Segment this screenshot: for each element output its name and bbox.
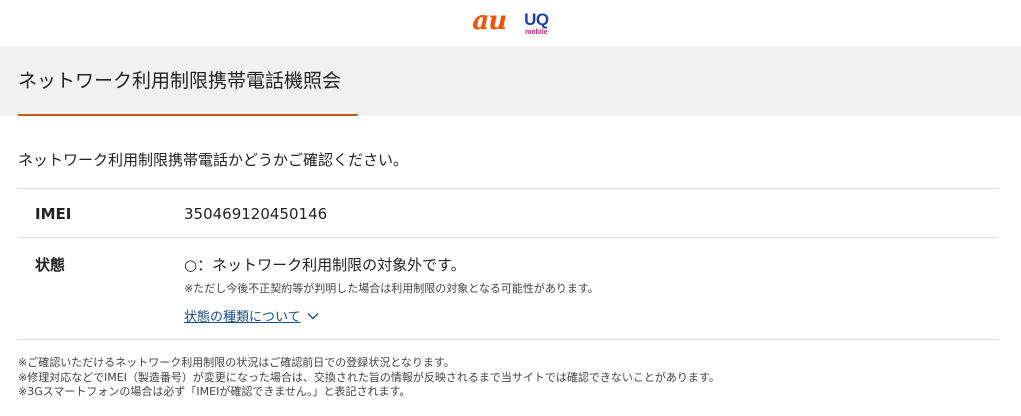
status-note: ※ただし今後不正契約等が判明した場合は利用制限の対象となる可能性があります。 [184,282,599,295]
status-value: ○：ネットワーク利用制限の対象外です。 [184,256,466,274]
footnote: ※3Gスマートフォンの場合は必ず「IMEIが確認できません。」と表記されます。 [18,385,411,398]
brand-header: au UQ mobile [0,0,1021,46]
status-label: 状態 [35,256,66,274]
uq-logo-text: UQ [524,9,549,29]
footnote: ※ご確認いただけるネットワーク利用制限の状況はご確認前日での登録状況となります。 [18,356,455,369]
uq-mobile-logo[interactable]: UQ mobile [524,11,549,36]
title-underline [18,114,358,116]
imei-row: IMEI 350469120450146 [18,188,998,237]
title-band: ネットワーク利用制限携帯電話機照会 [0,46,1021,116]
page-title: ネットワーク利用制限携帯電話機照会 [18,70,342,92]
intro-text: ネットワーク利用制限携帯電話かどうかご確認ください。 [18,151,409,169]
imei-value: 350469120450146 [184,205,328,223]
au-logo[interactable]: au [472,8,507,34]
imei-label: IMEI [35,205,72,223]
footnotes: ※ご確認いただけるネットワーク利用制限の状況はご確認前日での登録状況となります。… [18,356,720,400]
footnote: ※修理対応などでIMEI（製造番号）が変更になった場合は、交換された旨の情報が反… [18,370,720,384]
uq-logo-subtext: mobile [525,28,548,36]
status-types-link[interactable]: 状態の種類について [184,306,319,325]
result-table: IMEI 350469120450146 状態 ○：ネットワーク利用制限の対象外… [18,188,998,340]
status-types-link-text: 状態の種類について [184,310,301,325]
status-row: 状態 ○：ネットワーク利用制限の対象外です。 ※ただし今後不正契約等が判明した場… [18,237,998,340]
chevron-down-icon [307,312,319,319]
